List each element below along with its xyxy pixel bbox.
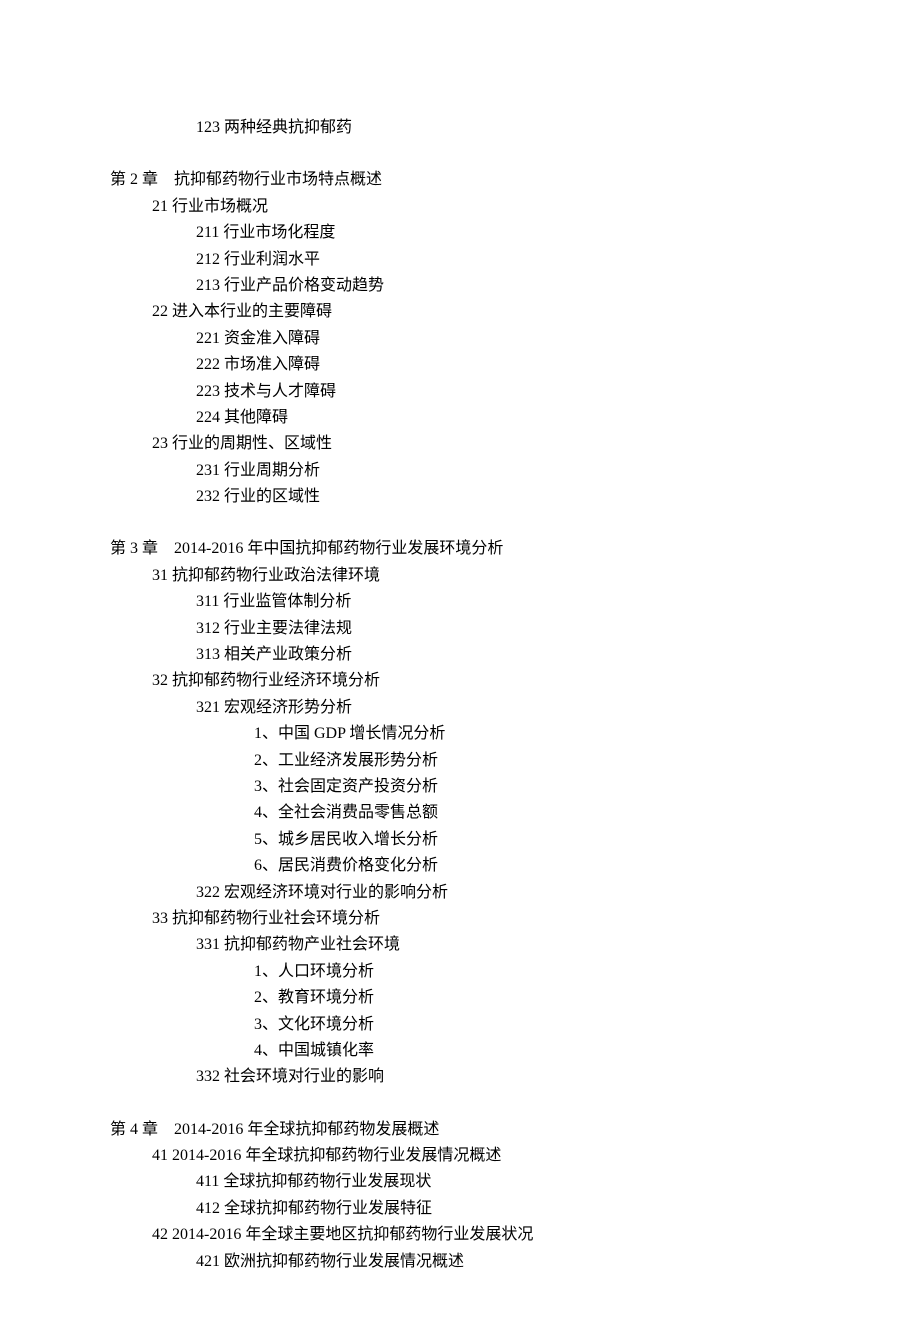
toc-entry: 412 全球抗抑郁药物行业发展特征 [110, 1196, 810, 1222]
toc-entry: 22 进入本行业的主要障碍 [110, 299, 810, 325]
toc-entry: 212 行业利润水平 [110, 247, 810, 273]
toc-chapter-heading: 第 2 章 抗抑郁药物行业市场特点概述 [110, 167, 810, 193]
toc-entry: 23 行业的周期性、区域性 [110, 431, 810, 457]
toc-entry: 1、人口环境分析 [110, 959, 810, 985]
toc-entry: 224 其他障碍 [110, 405, 810, 431]
toc-entry: 4、全社会消费品零售总额 [110, 800, 810, 826]
toc-entry: 32 抗抑郁药物行业经济环境分析 [110, 668, 810, 694]
toc-entry: 232 行业的区域性 [110, 484, 810, 510]
toc-entry: 313 相关产业政策分析 [110, 642, 810, 668]
toc-entry: 31 抗抑郁药物行业政治法律环境 [110, 563, 810, 589]
toc-entry: 42 2014-2016 年全球主要地区抗抑郁药物行业发展状况 [110, 1222, 810, 1248]
toc-entry: 322 宏观经济环境对行业的影响分析 [110, 880, 810, 906]
toc-entry: 312 行业主要法律法规 [110, 616, 810, 642]
toc-entry: 3、社会固定资产投资分析 [110, 774, 810, 800]
toc-entry: 331 抗抑郁药物产业社会环境 [110, 932, 810, 958]
toc-entry: 6、居民消费价格变化分析 [110, 853, 810, 879]
toc-entry: 41 2014-2016 年全球抗抑郁药物行业发展情况概述 [110, 1143, 810, 1169]
toc-entry: 123 两种经典抗抑郁药 [110, 115, 810, 141]
toc-entry: 1、中国 GDP 增长情况分析 [110, 721, 810, 747]
toc-entry: 311 行业监管体制分析 [110, 589, 810, 615]
toc-chapter-heading: 第 4 章 2014-2016 年全球抗抑郁药物发展概述 [110, 1117, 810, 1143]
toc-entry: 3、文化环境分析 [110, 1012, 810, 1038]
toc-entry: 33 抗抑郁药物行业社会环境分析 [110, 906, 810, 932]
toc-entry: 221 资金准入障碍 [110, 326, 810, 352]
toc-entry: 332 社会环境对行业的影响 [110, 1064, 810, 1090]
toc-entry: 213 行业产品价格变动趋势 [110, 273, 810, 299]
table-of-contents: 123 两种经典抗抑郁药第 2 章 抗抑郁药物行业市场特点概述21 行业市场概况… [110, 115, 810, 1275]
toc-entry: 2、工业经济发展形势分析 [110, 748, 810, 774]
toc-entry: 411 全球抗抑郁药物行业发展现状 [110, 1169, 810, 1195]
toc-entry: 223 技术与人才障碍 [110, 379, 810, 405]
toc-entry: 21 行业市场概况 [110, 194, 810, 220]
toc-chapter-heading: 第 3 章 2014-2016 年中国抗抑郁药物行业发展环境分析 [110, 536, 810, 562]
toc-entry: 421 欧洲抗抑郁药物行业发展情况概述 [110, 1249, 810, 1275]
toc-entry: 211 行业市场化程度 [110, 220, 810, 246]
toc-entry: 4、中国城镇化率 [110, 1038, 810, 1064]
toc-entry: 231 行业周期分析 [110, 458, 810, 484]
toc-entry: 5、城乡居民收入增长分析 [110, 827, 810, 853]
toc-entry: 222 市场准入障碍 [110, 352, 810, 378]
toc-entry: 321 宏观经济形势分析 [110, 695, 810, 721]
toc-entry: 2、教育环境分析 [110, 985, 810, 1011]
